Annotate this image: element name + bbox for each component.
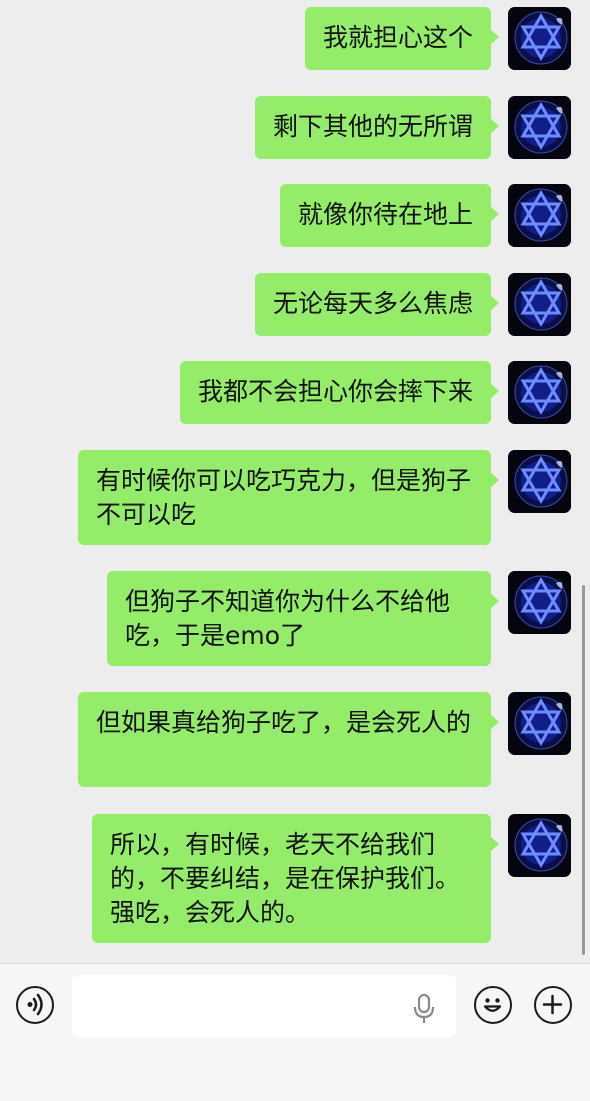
emoji-button[interactable] — [474, 986, 512, 1024]
message-row: 我就担心这个 — [0, 7, 590, 70]
message-row: 有时候你可以吃巧克力，但是狗子不可以吃 — [0, 450, 590, 545]
hexagram-avatar-icon — [508, 96, 571, 159]
message-bubble[interactable]: 无论每天多么焦虑 — [254, 273, 500, 336]
avatar[interactable] — [508, 273, 571, 336]
voice-icon — [27, 993, 43, 1016]
hexagram-avatar-icon — [508, 273, 571, 336]
message-row: 剩下其他的无所谓 — [0, 96, 590, 159]
hexagram-avatar-icon — [508, 7, 571, 70]
message-row: 所以，有时候，老天不给我们的，不要纠结，是在保护我们。强吃，会死人的。 — [0, 814, 590, 943]
message-row: 无论每天多么焦虑 — [0, 273, 590, 336]
message-input[interactable] — [72, 975, 456, 1037]
plus-button[interactable] — [534, 986, 572, 1024]
avatar[interactable] — [508, 184, 571, 247]
microphone-icon[interactable] — [412, 993, 436, 1025]
message-row: 但狗子不知道你为什么不给他吃，于是emo了 — [0, 571, 590, 666]
message-row: 就像你待在地上 — [0, 184, 590, 247]
avatar[interactable] — [508, 571, 571, 634]
hexagram-avatar-icon — [508, 571, 571, 634]
avatar[interactable] — [508, 7, 571, 70]
avatar[interactable] — [508, 814, 571, 877]
message-bubble[interactable]: 剩下其他的无所谓 — [254, 96, 500, 159]
avatar[interactable] — [508, 692, 571, 755]
avatar[interactable] — [508, 361, 571, 424]
message-row: 我都不会担心你会摔下来 — [0, 361, 590, 424]
hexagram-avatar-icon — [508, 450, 571, 513]
hexagram-avatar-icon — [508, 184, 571, 247]
scrollbar[interactable] — [582, 585, 585, 955]
message-bubble[interactable]: 但如果真给狗子吃了，是会死人的 — [78, 692, 499, 787]
plus-icon — [542, 994, 563, 1015]
message-bubble[interactable]: 有时候你可以吃巧克力，但是狗子不可以吃 — [78, 450, 499, 545]
voice-button[interactable] — [16, 986, 54, 1024]
message-bubble[interactable]: 我都不会担心你会摔下来 — [179, 361, 500, 424]
avatar[interactable] — [508, 450, 571, 513]
emoji-icon — [483, 998, 502, 1012]
message-bubble[interactable]: 我就担心这个 — [304, 7, 500, 70]
message-bubble[interactable]: 但狗子不知道你为什么不给他吃，于是emo了 — [107, 571, 499, 666]
message-bubble[interactable]: 就像你待在地上 — [279, 184, 500, 247]
message-row: 但如果真给狗子吃了，是会死人的 — [0, 692, 590, 787]
hexagram-avatar-icon — [508, 814, 571, 877]
message-bubble[interactable]: 所以，有时候，老天不给我们的，不要纠结，是在保护我们。强吃，会死人的。 — [92, 814, 499, 943]
input-bar — [0, 963, 590, 1101]
chat-area: 我就担心这个 剩下其他的无所谓 就像你待在地上 无论每天多么焦虑 我都不会担心你… — [0, 0, 590, 963]
hexagram-avatar-icon — [508, 361, 571, 424]
hexagram-avatar-icon — [508, 692, 571, 755]
avatar[interactable] — [508, 96, 571, 159]
